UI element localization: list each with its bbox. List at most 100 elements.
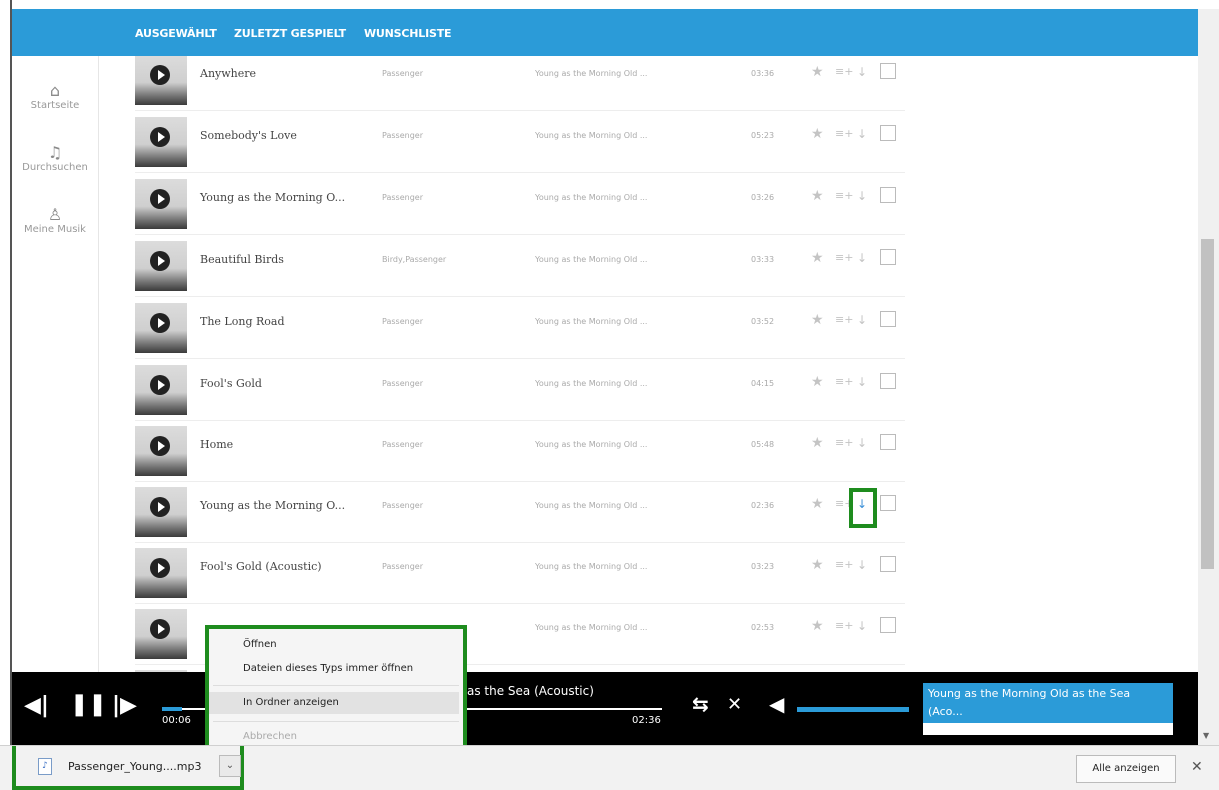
- star-icon[interactable]: ★: [811, 64, 824, 80]
- track-album[interactable]: Young as the Morning Old ...: [535, 69, 647, 78]
- previous-track-icon[interactable]: ◀|: [24, 693, 49, 718]
- track-artist[interactable]: Passenger: [382, 379, 423, 388]
- play-icon[interactable]: [150, 436, 170, 456]
- download-arrow-icon[interactable]: ↓: [857, 558, 867, 572]
- track-checkbox[interactable]: [880, 63, 896, 79]
- track-row[interactable]: Fool's Gold Passenger Young as the Morni…: [135, 359, 905, 421]
- star-icon[interactable]: ★: [811, 312, 824, 328]
- track-artist[interactable]: Passenger: [382, 562, 423, 571]
- now-playing-panel[interactable]: Young as the Morning Old as the Sea (Aco…: [923, 683, 1173, 735]
- track-checkbox[interactable]: [880, 373, 896, 389]
- download-item[interactable]: ♪ Passenger_Young....mp3 ⌄: [12, 746, 244, 790]
- download-arrow-icon[interactable]: ↓: [857, 619, 867, 633]
- shuffle-icon[interactable]: ✕: [727, 694, 742, 715]
- chevron-down-icon[interactable]: ⌄: [219, 755, 241, 777]
- sidebar-item-browse[interactable]: ♫ Durchsuchen: [12, 144, 98, 174]
- track-row[interactable]: Fool's Gold (Acoustic) Passenger Young a…: [135, 542, 905, 604]
- add-to-queue-icon[interactable]: ≡+: [835, 251, 853, 264]
- download-arrow-icon[interactable]: ↓: [857, 251, 867, 265]
- star-icon[interactable]: ★: [811, 496, 824, 512]
- sidebar-item-my-music[interactable]: ♙ Meine Musik: [12, 206, 98, 236]
- track-artist[interactable]: Birdy,Passenger: [382, 255, 446, 264]
- volume-slider[interactable]: [797, 707, 909, 712]
- menu-item-always-open[interactable]: Dateien dieses Typs immer öffnen: [243, 663, 413, 674]
- add-to-queue-icon[interactable]: ≡+: [835, 619, 853, 632]
- track-album[interactable]: Young as the Morning Old ...: [535, 193, 647, 202]
- play-icon[interactable]: [150, 65, 170, 85]
- track-row[interactable]: Somebody's Love Passenger Young as the M…: [135, 111, 905, 173]
- track-row[interactable]: Home Passenger Young as the Morning Old …: [135, 420, 905, 482]
- play-icon[interactable]: [150, 313, 170, 333]
- track-artist[interactable]: Passenger: [382, 69, 423, 78]
- star-icon[interactable]: ★: [811, 188, 824, 204]
- track-checkbox[interactable]: [880, 434, 896, 450]
- track-checkbox[interactable]: [880, 187, 896, 203]
- menu-item-open[interactable]: Öffnen: [243, 639, 277, 650]
- star-icon[interactable]: ★: [811, 126, 824, 142]
- star-icon[interactable]: ★: [811, 250, 824, 266]
- play-icon[interactable]: [150, 375, 170, 395]
- add-to-queue-icon[interactable]: ≡+: [835, 436, 853, 449]
- track-checkbox[interactable]: [880, 311, 896, 327]
- track-checkbox[interactable]: [880, 617, 896, 633]
- track-row[interactable]: Anywhere Passenger Young as the Morning …: [135, 56, 905, 111]
- next-track-icon[interactable]: |▶: [112, 693, 137, 718]
- menu-item-cancel[interactable]: Abbrechen: [243, 731, 297, 742]
- track-checkbox[interactable]: [880, 125, 896, 141]
- star-icon[interactable]: ★: [811, 435, 824, 451]
- track-album[interactable]: Young as the Morning Old ...: [535, 131, 647, 140]
- tab-selected[interactable]: AUSGEWÄHLT: [135, 27, 217, 40]
- track-checkbox[interactable]: [880, 249, 896, 265]
- download-arrow-icon[interactable]: ↓: [857, 436, 867, 450]
- track-artist[interactable]: Passenger: [382, 193, 423, 202]
- tab-wishlist[interactable]: WUNSCHLISTE: [364, 27, 452, 40]
- star-icon[interactable]: ★: [811, 374, 824, 390]
- track-artist[interactable]: Passenger: [382, 440, 423, 449]
- track-artist[interactable]: Passenger: [382, 501, 423, 510]
- track-album[interactable]: Young as the Morning Old ...: [535, 440, 647, 449]
- track-row[interactable]: Young as the Morning O... Passenger Youn…: [135, 481, 905, 543]
- sidebar-item-home[interactable]: ⌂ Startseite: [12, 82, 98, 112]
- scroll-down-arrow-icon[interactable]: ▼: [1203, 731, 1209, 740]
- add-to-queue-icon[interactable]: ≡+: [835, 65, 853, 78]
- show-all-button[interactable]: Alle anzeigen: [1076, 755, 1176, 783]
- tab-recently-played[interactable]: ZULETZT GESPIELT: [234, 27, 346, 40]
- track-album[interactable]: Young as the Morning Old ...: [535, 379, 647, 388]
- pause-icon[interactable]: ❚❚: [70, 692, 107, 717]
- star-icon[interactable]: ★: [811, 557, 824, 573]
- repeat-icon[interactable]: ⇆: [692, 692, 709, 716]
- track-album[interactable]: Young as the Morning Old ...: [535, 255, 647, 264]
- track-checkbox[interactable]: [880, 556, 896, 572]
- track-checkbox[interactable]: [880, 495, 896, 511]
- download-arrow-icon[interactable]: ↓: [857, 189, 867, 203]
- add-to-queue-icon[interactable]: ≡+: [835, 189, 853, 202]
- play-icon[interactable]: [150, 619, 170, 639]
- download-arrow-icon[interactable]: ↓: [857, 375, 867, 389]
- play-icon[interactable]: [150, 189, 170, 209]
- track-album[interactable]: Young as the Morning Old ...: [535, 623, 647, 632]
- track-artist[interactable]: Passenger: [382, 317, 423, 326]
- star-icon[interactable]: ★: [811, 618, 824, 634]
- add-to-queue-icon[interactable]: ≡+: [835, 375, 853, 388]
- add-to-queue-icon[interactable]: ≡+: [835, 313, 853, 326]
- play-icon[interactable]: [150, 497, 170, 517]
- close-icon[interactable]: ✕: [1191, 759, 1203, 775]
- vertical-scrollbar[interactable]: ▼: [1198, 9, 1219, 745]
- play-icon[interactable]: [150, 558, 170, 578]
- menu-item-show-in-folder[interactable]: In Ordner anzeigen: [209, 692, 459, 714]
- track-album[interactable]: Young as the Morning Old ...: [535, 317, 647, 326]
- play-icon[interactable]: [150, 251, 170, 271]
- download-arrow-icon[interactable]: ↓: [857, 127, 867, 141]
- play-icon[interactable]: [150, 127, 170, 147]
- download-arrow-icon[interactable]: ↓: [857, 65, 867, 79]
- track-album[interactable]: Young as the Morning Old ...: [535, 501, 647, 510]
- scrollbar-thumb[interactable]: [1201, 239, 1214, 569]
- track-artist[interactable]: Passenger: [382, 131, 423, 140]
- add-to-queue-icon[interactable]: ≡+: [835, 558, 853, 571]
- track-row[interactable]: Young as the Morning O... Passenger Youn…: [135, 173, 905, 235]
- add-to-queue-icon[interactable]: ≡+: [835, 127, 853, 140]
- track-row[interactable]: The Long Road Passenger Young as the Mor…: [135, 297, 905, 359]
- track-album[interactable]: Young as the Morning Old ...: [535, 562, 647, 571]
- download-arrow-icon[interactable]: ↓: [857, 313, 867, 327]
- volume-icon[interactable]: ◀: [769, 692, 784, 716]
